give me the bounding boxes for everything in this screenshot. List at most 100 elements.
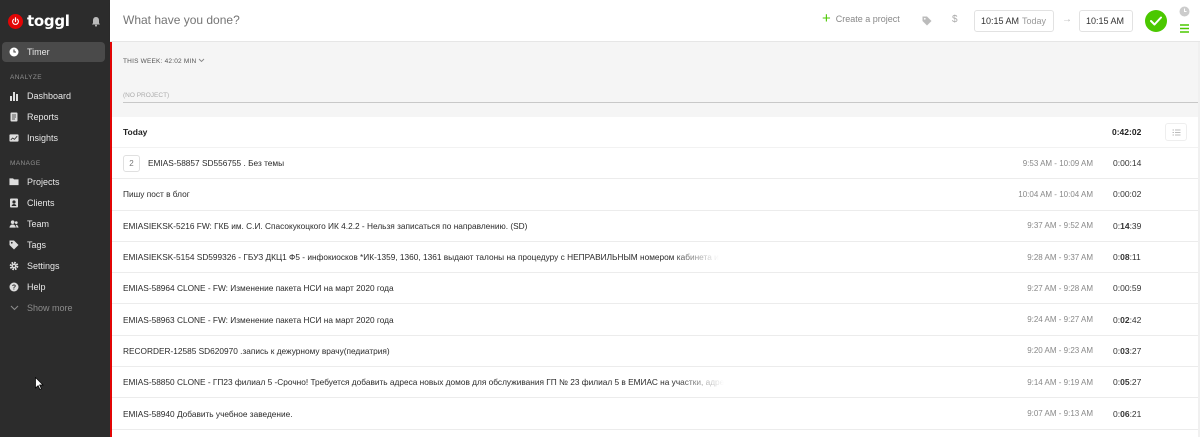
- sidebar-item-projects[interactable]: Projects: [0, 171, 110, 192]
- folder-icon: [9, 177, 19, 187]
- group-count-badge[interactable]: 2: [123, 154, 140, 172]
- week-summary: THIS WEEK: 42:02 MIN (NO PROJECT): [112, 42, 1199, 117]
- entry-description[interactable]: EMIAS-58857 SD556755 . Без темы: [148, 158, 284, 168]
- sidebar-item-clients[interactable]: Clients: [0, 192, 110, 213]
- entry-duration[interactable]: 0:00:59: [1113, 283, 1141, 293]
- toggl-power-icon[interactable]: [8, 13, 23, 29]
- entry-time-range[interactable]: 9:28 AM - 9:37 AM: [1027, 253, 1093, 262]
- plus-icon: +: [822, 10, 831, 27]
- entry-duration[interactable]: 0:14:39: [1113, 221, 1141, 231]
- week-total-toggle[interactable]: THIS WEEK: 42:02 MIN: [123, 58, 205, 65]
- chevron-down-icon: [199, 58, 205, 63]
- entry-list: 2 EMIAS-58857 SD556755 . Без темы 9:53 A…: [112, 148, 1198, 430]
- entry-duration[interactable]: 0:06:21: [1113, 409, 1141, 419]
- mode-switch: [1179, 6, 1191, 33]
- time-entry-row[interactable]: RECORDER-12585 SD620970 .запись к дежурн…: [112, 336, 1198, 368]
- tag-icon[interactable]: [922, 15, 932, 29]
- sidebar-item-label: Insights: [27, 132, 59, 143]
- time-entry-row[interactable]: EMIAS-58963 CLONE - FW: Изменение пакета…: [112, 304, 1198, 336]
- create-project-label: Create a project: [835, 14, 900, 24]
- save-entry-button[interactable]: [1145, 10, 1167, 32]
- document-icon: [9, 112, 19, 122]
- checkmark-icon: [1150, 16, 1162, 26]
- manual-mode-icon[interactable]: [1179, 24, 1190, 33]
- sidebar-item-label: Help: [27, 281, 46, 292]
- sidebar-item-timer[interactable]: Timer: [2, 42, 105, 62]
- time-entry-row[interactable]: EMIAS-58940 Добавить учебное заведение. …: [112, 398, 1198, 430]
- entry-description[interactable]: RECORDER-12585 SD620970 .запись к дежурн…: [123, 346, 390, 356]
- arrow-right-icon: →: [1062, 14, 1072, 25]
- sidebar-show-more[interactable]: Show more: [0, 297, 110, 318]
- sidebar-item-label: Settings: [27, 260, 60, 271]
- sidebar-item-label: Dashboard: [27, 90, 72, 101]
- timer-mode-icon[interactable]: [1179, 6, 1190, 17]
- show-more-label: Show more: [27, 302, 73, 313]
- clock-icon: [9, 47, 19, 57]
- create-project-button[interactable]: + Create a project: [822, 10, 900, 27]
- end-time-field[interactable]: 10:15 AM: [1079, 10, 1133, 32]
- sidebar-item-label: Projects: [27, 176, 60, 187]
- time-entry-row[interactable]: EMIASIEKSK-5154 SD599326 - ГБУЗ ДКЦ1 Ф5 …: [112, 242, 1198, 274]
- bulk-edit-toggle[interactable]: [1165, 123, 1187, 141]
- entry-description[interactable]: Пишу пост в блог: [123, 189, 190, 199]
- sidebar-item-label: Tags: [27, 239, 47, 250]
- section-label-analyze: ANALYZE: [10, 74, 42, 81]
- entry-time-range[interactable]: 9:37 AM - 9:52 AM: [1027, 221, 1093, 230]
- start-day-label: Today: [1022, 16, 1047, 26]
- sidebar-item-tags[interactable]: Tags: [0, 234, 110, 255]
- entry-time-range[interactable]: 9:20 AM - 9:23 AM: [1027, 346, 1093, 355]
- person-card-icon: [9, 198, 19, 208]
- list-check-icon: [1172, 129, 1180, 135]
- time-entry-row[interactable]: EMIASIEKSK-5216 FW: ГКБ им. С.И. Спасоку…: [112, 211, 1198, 242]
- sidebar: toggl Timer ANALYZE Dashboard Reports In…: [0, 0, 110, 437]
- time-entries-panel: THIS WEEK: 42:02 MIN (NO PROJECT) Today …: [110, 42, 1199, 437]
- entry-duration[interactable]: 0:05:27: [1113, 377, 1141, 387]
- bar-chart-icon: [9, 91, 19, 101]
- entry-time-range[interactable]: 10:04 AM - 10:04 AM: [1018, 190, 1093, 199]
- sidebar-item-insights[interactable]: Insights: [0, 127, 110, 148]
- time-entry-row[interactable]: 2 EMIAS-58857 SD556755 . Без темы 9:53 A…: [112, 148, 1198, 180]
- day-header: Today 0:42:02: [112, 117, 1198, 148]
- entry-time-range[interactable]: 9:07 AM - 9:13 AM: [1027, 409, 1093, 418]
- sidebar-item-dashboard[interactable]: Dashboard: [0, 85, 110, 106]
- svg-text:?: ?: [12, 284, 16, 291]
- sidebar-item-help[interactable]: ? Help: [0, 276, 110, 297]
- mouse-cursor-icon: [35, 377, 44, 390]
- entry-time-range[interactable]: 9:27 AM - 9:28 AM: [1027, 284, 1093, 293]
- end-time-value: 10:15 AM: [1086, 16, 1125, 26]
- entry-duration[interactable]: 0:02:42: [1113, 315, 1141, 325]
- entry-description[interactable]: EMIAS-58940 Добавить учебное заведение.: [123, 409, 293, 419]
- time-entry-row[interactable]: EMIAS-58850 CLONE - ГП23 филиал 5 -Срочн…: [112, 367, 1198, 399]
- entry-description[interactable]: EMIAS-58964 CLONE - FW: Изменение пакета…: [123, 283, 394, 293]
- no-project-bar-label: (NO PROJECT): [123, 92, 1199, 103]
- day-title: Today: [123, 127, 148, 137]
- logo-row: toggl: [0, 0, 110, 42]
- entry-duration[interactable]: 0:08:11: [1113, 252, 1141, 262]
- chevron-down-icon: [9, 303, 19, 313]
- help-icon: ?: [9, 282, 19, 292]
- sidebar-item-team[interactable]: Team: [0, 213, 110, 234]
- sidebar-item-reports[interactable]: Reports: [0, 106, 110, 127]
- sidebar-item-label: Clients: [27, 197, 55, 208]
- entry-description[interactable]: EMIASIEKSK-5154 SD599326 - ГБУЗ ДКЦ1 Ф5 …: [123, 252, 719, 262]
- entry-time-range[interactable]: 9:24 AM - 9:27 AM: [1027, 315, 1093, 324]
- entry-description[interactable]: EMIASIEKSK-5216 FW: ГКБ им. С.И. Спасоку…: [123, 221, 527, 231]
- time-entry-row[interactable]: Пишу пост в блог 10:04 AM - 10:04 AM 0:0…: [112, 179, 1198, 211]
- time-entry-row[interactable]: EMIAS-58964 CLONE - FW: Изменение пакета…: [112, 273, 1198, 305]
- sidebar-item-label: Timer: [27, 47, 50, 57]
- entry-duration[interactable]: 0:00:02: [1113, 189, 1141, 199]
- entry-time-range[interactable]: 9:53 AM - 10:09 AM: [1023, 159, 1093, 168]
- brand-logo[interactable]: toggl: [27, 12, 70, 30]
- start-time-field[interactable]: 10:15 AM Today: [974, 10, 1054, 32]
- section-label-manage: MANAGE: [10, 160, 41, 167]
- entry-description[interactable]: EMIAS-58963 CLONE - FW: Изменение пакета…: [123, 315, 394, 325]
- description-input[interactable]: [123, 13, 473, 27]
- bell-icon[interactable]: [90, 15, 102, 27]
- entry-time-range[interactable]: 9:14 AM - 9:19 AM: [1027, 378, 1093, 387]
- billable-dollar-icon[interactable]: $: [952, 14, 958, 25]
- entry-duration[interactable]: 0:00:14: [1113, 158, 1141, 168]
- sidebar-item-settings[interactable]: Settings: [0, 255, 110, 276]
- day-total: 0:42:02: [1112, 127, 1142, 137]
- entry-description[interactable]: EMIAS-58850 CLONE - ГП23 филиал 5 -Срочн…: [123, 377, 724, 387]
- entry-duration[interactable]: 0:03:27: [1113, 346, 1141, 356]
